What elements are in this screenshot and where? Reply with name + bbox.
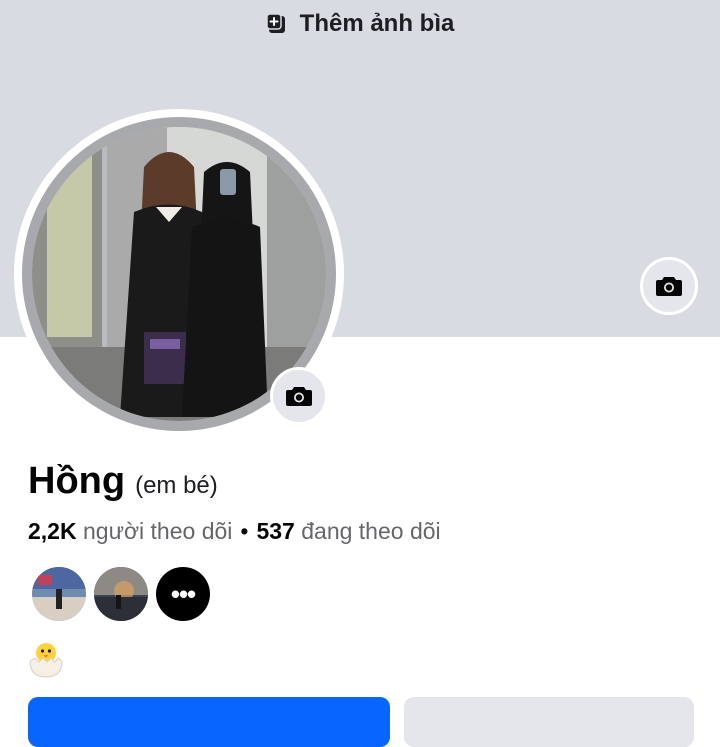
add-cover-photo-label: Thêm ảnh bìa <box>299 10 455 37</box>
followers-count: 2,2K <box>28 518 77 544</box>
following-link[interactable]: 537 đang theo dõi <box>256 518 440 545</box>
stats-separator: • <box>240 518 249 544</box>
story-image <box>94 567 148 621</box>
profile-name-row: Hồng (em bé) <box>28 460 218 503</box>
story-thumbnail-2[interactable] <box>94 567 148 621</box>
followers-link[interactable]: 2,2K người theo dõi <box>28 518 232 545</box>
hatching-chick-icon <box>29 643 63 678</box>
story-image <box>32 567 86 621</box>
profile-name: Hồng <box>28 460 126 502</box>
edit-profile-button[interactable] <box>404 697 694 747</box>
add-photo-icon <box>265 13 285 33</box>
following-label: đang theo dõi <box>301 518 441 544</box>
more-stories-button[interactable]: ••• <box>156 567 210 621</box>
edit-cover-button[interactable] <box>640 257 698 315</box>
add-story-button[interactable] <box>28 697 390 747</box>
camera-icon <box>286 387 312 406</box>
camera-icon <box>656 277 682 296</box>
featured-stories: ••• <box>32 567 210 621</box>
profile-nickname: (em bé) <box>135 472 218 499</box>
edit-profile-photo-button[interactable] <box>270 367 328 425</box>
follow-stats: 2,2K người theo dõi • 537 đang theo dõi <box>28 518 441 545</box>
followers-label: người theo dõi <box>82 518 233 544</box>
following-count: 537 <box>256 518 295 544</box>
more-icon: ••• <box>170 578 196 609</box>
story-thumbnail-1[interactable] <box>32 567 86 621</box>
add-cover-photo-button[interactable]: Thêm ảnh bìa <box>0 10 720 38</box>
